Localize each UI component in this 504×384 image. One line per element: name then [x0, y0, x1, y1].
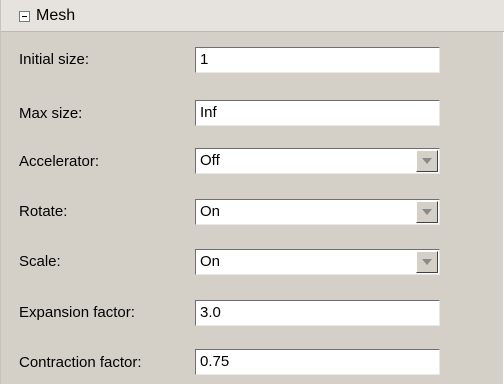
accelerator-dropdown[interactable]: Off [195, 148, 440, 174]
scale-label: Scale: [19, 253, 61, 270]
rotate-dropdown-button[interactable] [416, 201, 438, 223]
section-title: Mesh [36, 7, 76, 24]
rotate-label: Rotate: [19, 203, 68, 220]
accelerator-dropdown-button[interactable] [416, 150, 438, 172]
scale-dropdown[interactable]: On [195, 249, 440, 275]
mesh-section-header[interactable]: Mesh [1, 0, 504, 32]
max-size-input[interactable]: Inf [195, 100, 440, 126]
initial-size-input[interactable]: 1 [195, 47, 440, 73]
accelerator-label: Accelerator: [19, 153, 100, 170]
initial-size-label: Initial size: [19, 51, 90, 68]
contraction-factor-input[interactable]: 0.75 [195, 349, 440, 375]
contraction-factor-label: Contraction factor: [19, 354, 142, 371]
mesh-properties-panel: Mesh Initial size: 1 Max size: Inf Accel… [0, 0, 504, 384]
chevron-down-icon [422, 158, 432, 164]
collapse-minus-icon[interactable] [19, 11, 30, 22]
accelerator-selected-value: Off [200, 152, 220, 169]
scale-selected-value: On [200, 253, 221, 270]
expansion-factor-input[interactable]: 3.0 [195, 300, 440, 326]
rotate-selected-value: On [200, 203, 221, 220]
scale-dropdown-button[interactable] [416, 251, 438, 273]
chevron-down-icon [422, 259, 432, 265]
rotate-dropdown[interactable]: On [195, 199, 440, 225]
chevron-down-icon [422, 209, 432, 215]
max-size-label: Max size: [19, 105, 83, 122]
expansion-factor-label: Expansion factor: [19, 304, 135, 321]
